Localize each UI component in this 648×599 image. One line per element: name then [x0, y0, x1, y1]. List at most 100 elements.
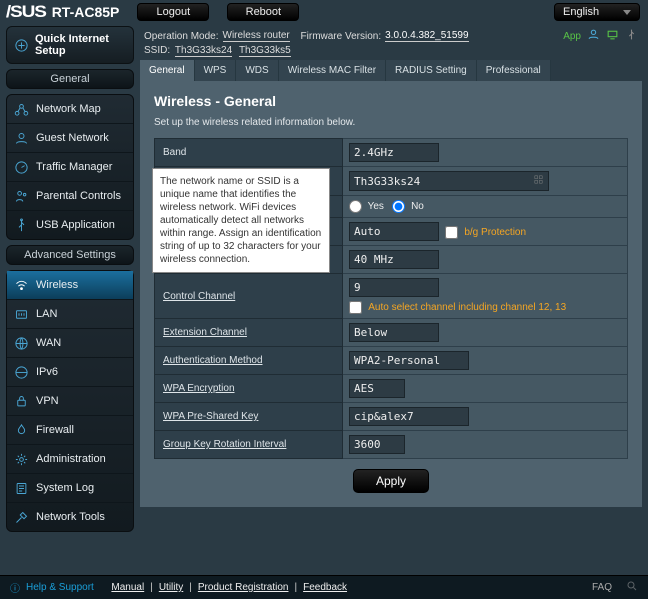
sidebar-item-label: Parental Controls: [36, 190, 121, 202]
hide-ssid-no[interactable]: No: [392, 201, 424, 212]
sidebar-item-label: LAN: [36, 308, 57, 320]
label-extension-channel[interactable]: Extension Channel: [163, 327, 247, 338]
sidebar-item-lan[interactable]: LAN: [7, 300, 133, 329]
section-header-advanced: Advanced Settings: [6, 245, 134, 265]
chevron-down-icon: [623, 10, 631, 15]
auto-channel-checkbox[interactable]: [349, 301, 362, 314]
tab-mac-filter[interactable]: Wireless MAC Filter: [279, 60, 386, 81]
wireless-tabs: General WPS WDS Wireless MAC Filter RADI…: [140, 60, 642, 81]
system-log-icon: [13, 480, 29, 496]
extension-channel-select[interactable]: Below: [349, 323, 439, 342]
ssid-label: SSID:: [144, 45, 170, 56]
tab-wps[interactable]: WPS: [195, 60, 237, 81]
ssid-5[interactable]: Th3G33ks5: [239, 45, 291, 57]
footer-link-product-registration[interactable]: Product Registration: [198, 582, 289, 593]
wireless-mode-select[interactable]: Auto: [349, 222, 439, 241]
footer: ⓘ Help & Support Manual | Utility | Prod…: [0, 575, 648, 599]
model-name: RT-AC85P: [52, 4, 120, 20]
tab-general[interactable]: General: [140, 60, 195, 81]
sidebar-item-firewall[interactable]: Firewall: [7, 416, 133, 445]
fw-label: Firmware Version:: [301, 31, 382, 42]
sidebar-item-wan[interactable]: WAN: [7, 329, 133, 358]
guest-network-icon: [13, 130, 29, 146]
sidebar-item-guest-network[interactable]: Guest Network: [7, 124, 133, 153]
parental-controls-icon: [13, 188, 29, 204]
quick-internet-setup-button[interactable]: Quick Internet Setup: [6, 26, 134, 64]
label-wpa-encryption[interactable]: WPA Encryption: [163, 383, 235, 394]
language-select[interactable]: English: [554, 3, 640, 21]
wireless-general-panel: Wireless - General Set up the wireless r…: [140, 81, 642, 507]
sidebar-item-label: IPv6: [36, 366, 58, 378]
sidebar-item-label: Network Map: [36, 103, 101, 115]
ssid-help-tooltip: The network name or SSID is a unique nam…: [152, 168, 330, 273]
app-link[interactable]: App: [563, 31, 581, 42]
label-group-key-rotation[interactable]: Group Key Rotation Interval: [163, 439, 286, 450]
control-channel-select[interactable]: 9: [349, 278, 439, 297]
sidebar-item-system-log[interactable]: System Log: [7, 474, 133, 503]
apply-button[interactable]: Apply: [353, 469, 429, 493]
sidebar-item-network-tools[interactable]: Network Tools: [7, 503, 133, 531]
auto-channel-label: Auto select channel including channel 12…: [368, 302, 566, 313]
fw-value[interactable]: 3.0.0.4.382_51599: [385, 30, 468, 42]
sidebar-item-vpn[interactable]: VPN: [7, 387, 133, 416]
brand-logo: /SUS: [6, 2, 46, 22]
label-auth-method[interactable]: Authentication Method: [163, 355, 263, 366]
sidebar-item-label: Firewall: [36, 424, 74, 436]
footer-link-feedback[interactable]: Feedback: [303, 582, 347, 593]
label-band: Band: [155, 139, 343, 167]
group-key-rotation-input[interactable]: 3600: [349, 435, 405, 454]
usb-status-icon[interactable]: [625, 28, 638, 44]
label-wpa-psk[interactable]: WPA Pre-Shared Key: [163, 411, 258, 422]
user-status-icon[interactable]: [587, 28, 600, 44]
section-header-general: General: [6, 69, 134, 89]
ssid-value: Th3G33ks24: [354, 175, 420, 188]
sidebar-item-administration[interactable]: Administration: [7, 445, 133, 474]
wpa-encryption-select[interactable]: AES: [349, 379, 405, 398]
label-control-channel[interactable]: Control Channel: [163, 291, 235, 302]
bg-protection-checkbox[interactable]: [445, 226, 458, 239]
tab-radius[interactable]: RADIUS Setting: [386, 60, 477, 81]
sidebar-item-traffic-manager[interactable]: Traffic Manager: [7, 153, 133, 182]
search-icon[interactable]: [626, 580, 638, 595]
usb-icon: [13, 217, 29, 233]
sidebar-item-usb-application[interactable]: USB Application: [7, 211, 133, 239]
qr-icon[interactable]: [533, 174, 544, 188]
opmode-label: Operation Mode:: [144, 31, 219, 42]
bg-protection-label: b/g Protection: [464, 227, 526, 238]
band-select[interactable]: 2.4GHz: [349, 143, 439, 162]
wpa-psk-input[interactable]: cip&alex7: [349, 407, 469, 426]
footer-link-manual[interactable]: Manual: [111, 582, 144, 593]
help-icon: ⓘ: [10, 580, 20, 595]
lan-icon: [13, 306, 29, 322]
footer-faq[interactable]: FAQ: [592, 582, 612, 593]
ssid-24[interactable]: Th3G33ks24: [175, 45, 232, 57]
auth-method-select[interactable]: WPA2-Personal: [349, 351, 469, 370]
footer-link-utility[interactable]: Utility: [159, 582, 183, 593]
administration-icon: [13, 451, 29, 467]
sidebar-item-wireless[interactable]: Wireless: [7, 271, 133, 300]
opmode-value[interactable]: Wireless router: [223, 30, 290, 42]
sidebar-item-label: USB Application: [36, 219, 115, 231]
traffic-manager-icon: [13, 159, 29, 175]
help-support-link[interactable]: Help & Support: [26, 582, 94, 593]
sidebar-item-label: Traffic Manager: [36, 161, 112, 173]
language-label: English: [563, 6, 599, 18]
clients-status-icon[interactable]: [606, 28, 619, 44]
nav-general: Network Map Guest Network Traffic Manage…: [6, 94, 134, 240]
qis-label-2: Setup: [35, 45, 66, 57]
nav-advanced: Wireless LAN WAN IPv6 VPN Firewall: [6, 270, 134, 532]
logout-button[interactable]: Logout: [137, 3, 209, 21]
sidebar-item-ipv6[interactable]: IPv6: [7, 358, 133, 387]
sidebar-item-label: WAN: [36, 337, 61, 349]
vpn-icon: [13, 393, 29, 409]
sidebar-item-label: Network Tools: [36, 511, 105, 523]
hide-ssid-yes[interactable]: Yes: [349, 201, 384, 212]
tab-professional[interactable]: Professional: [477, 60, 551, 81]
sidebar-item-label: VPN: [36, 395, 59, 407]
sidebar-item-network-map[interactable]: Network Map: [7, 95, 133, 124]
sidebar-item-parental-controls[interactable]: Parental Controls: [7, 182, 133, 211]
tab-wds[interactable]: WDS: [236, 60, 278, 81]
ssid-input[interactable]: Th3G33ks24: [349, 171, 549, 191]
channel-bandwidth-select[interactable]: 40 MHz: [349, 250, 439, 269]
reboot-button[interactable]: Reboot: [227, 3, 299, 21]
